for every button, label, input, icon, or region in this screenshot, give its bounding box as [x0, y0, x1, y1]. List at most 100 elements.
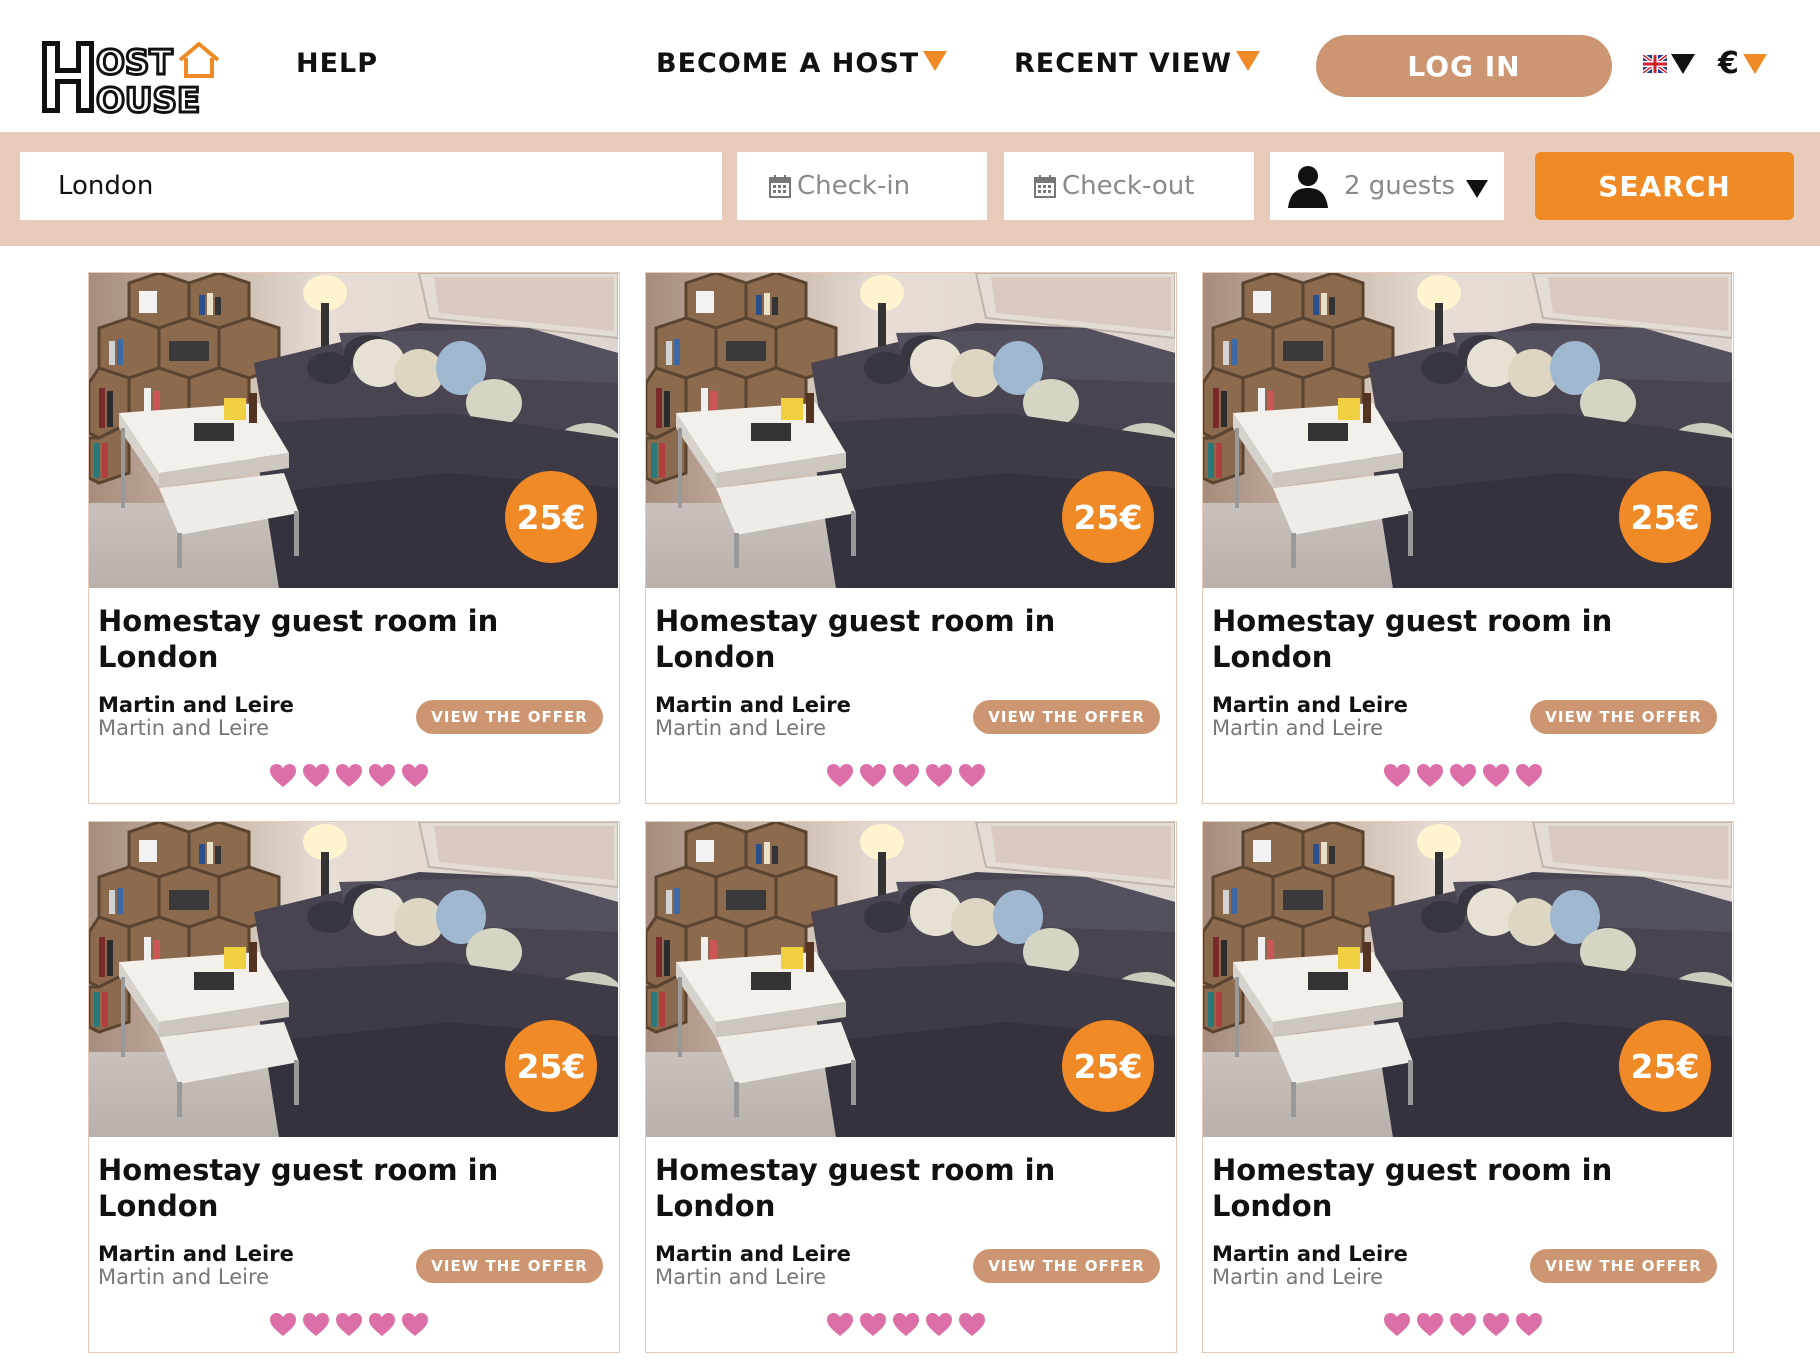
guests-value: 2 guests	[1344, 171, 1456, 201]
nav-recent-view-label: RECENT VIEW	[1014, 48, 1233, 79]
listing-card[interactable]: 25€ Homestay guest room in London Martin a…	[88, 272, 620, 804]
search-button[interactable]: SEARCH	[1535, 152, 1794, 220]
rating-hearts	[826, 1312, 986, 1337]
listing-card[interactable]: 25€ Homestay guest room in London Martin a…	[88, 821, 620, 1353]
price-badge: 25€	[505, 1020, 597, 1112]
view-offer-button[interactable]: VIEW THE OFFER	[973, 700, 1160, 734]
heart-rating-icon	[1483, 764, 1509, 787]
nav-become-host[interactable]: BECOME A HOST	[656, 48, 948, 79]
heart-rating-icon	[959, 764, 985, 787]
heart-rating-icon	[270, 764, 296, 787]
host-subtitle: Martin and Leire	[1212, 716, 1384, 740]
view-offer-button[interactable]: VIEW THE OFFER	[973, 1249, 1160, 1283]
listing-title[interactable]: Homestay guest room in London	[655, 1152, 1085, 1224]
listing-card[interactable]: 25€ Homestay guest room in London Martin a…	[1202, 821, 1734, 1353]
rating-hearts	[1383, 1312, 1543, 1337]
location-input[interactable]: London	[20, 152, 722, 220]
person-icon	[1288, 166, 1328, 208]
heart-rating-icon	[1417, 1313, 1443, 1336]
guests-select[interactable]: 2 guests	[1270, 152, 1504, 220]
currency-selector[interactable]: €	[1718, 46, 1767, 81]
view-offer-button[interactable]: VIEW THE OFFER	[1530, 700, 1717, 734]
checkout-placeholder: Check-out	[1062, 171, 1195, 201]
chevron-down-icon	[1742, 53, 1767, 74]
heart-rating-icon	[1516, 764, 1542, 787]
rating-hearts	[269, 763, 429, 788]
host-subtitle: Martin and Leire	[655, 716, 827, 740]
currency-symbol: €	[1718, 46, 1739, 81]
heart-rating-icon	[827, 764, 853, 787]
heart-rating-icon	[893, 764, 919, 787]
listing-title[interactable]: Homestay guest room in London	[655, 603, 1085, 675]
price-badge: 25€	[1062, 1020, 1154, 1112]
heart-rating-icon	[860, 1313, 886, 1336]
host-name: Martin and Leire	[1212, 693, 1408, 717]
heart-rating-icon	[926, 1313, 952, 1336]
chevron-down-icon	[923, 51, 948, 71]
heart-rating-icon	[1384, 764, 1410, 787]
checkout-field[interactable]: Check-out	[1004, 152, 1254, 220]
heart-rating-icon	[1483, 1313, 1509, 1336]
svg-text:OST: OST	[96, 43, 173, 83]
heart-rating-icon	[1516, 1313, 1542, 1336]
nav-help[interactable]: HELP	[296, 48, 378, 79]
uk-flag-icon	[1643, 55, 1667, 73]
host-house-logo[interactable]: OST OUSE	[40, 38, 220, 116]
listing-card[interactable]: 25€ Homestay guest room in London Martin a…	[1202, 272, 1734, 804]
listing-card[interactable]: 25€ Homestay guest room in London Martin a…	[645, 272, 1177, 804]
language-selector[interactable]	[1643, 54, 1695, 74]
rating-hearts	[1383, 763, 1543, 788]
heart-rating-icon	[303, 1313, 329, 1336]
host-name: Martin and Leire	[98, 1242, 294, 1266]
view-offer-button[interactable]: VIEW THE OFFER	[1530, 1249, 1717, 1283]
heart-rating-icon	[402, 764, 428, 787]
rating-hearts	[269, 1312, 429, 1337]
search-bar: London Check-in Check-out 2 guests SEARC…	[0, 132, 1820, 246]
heart-rating-icon	[959, 1313, 985, 1336]
heart-rating-icon	[1384, 1313, 1410, 1336]
listing-title[interactable]: Homestay guest room in London	[1212, 1152, 1642, 1224]
checkin-field[interactable]: Check-in	[737, 152, 987, 220]
host-name: Martin and Leire	[655, 1242, 851, 1266]
heart-rating-icon	[402, 1313, 428, 1336]
host-subtitle: Martin and Leire	[98, 716, 270, 740]
calendar-icon	[769, 175, 791, 198]
heart-rating-icon	[1450, 1313, 1476, 1336]
view-offer-button[interactable]: VIEW THE OFFER	[416, 700, 603, 734]
heart-rating-icon	[369, 1313, 395, 1336]
login-button[interactable]: LOG IN	[1316, 35, 1612, 97]
listing-title[interactable]: Homestay guest room in London	[98, 603, 528, 675]
host-name: Martin and Leire	[98, 693, 294, 717]
heart-rating-icon	[1450, 764, 1476, 787]
svg-text:OUSE: OUSE	[96, 81, 200, 116]
price-badge: 25€	[505, 471, 597, 563]
heart-rating-icon	[336, 1313, 362, 1336]
nav-recent-view[interactable]: RECENT VIEW	[1014, 48, 1261, 79]
chevron-down-icon	[1236, 51, 1261, 71]
heart-rating-icon	[303, 764, 329, 787]
heart-rating-icon	[270, 1313, 296, 1336]
heart-rating-icon	[827, 1313, 853, 1336]
checkin-placeholder: Check-in	[797, 171, 911, 201]
listing-card[interactable]: 25€ Homestay guest room in London Martin a…	[645, 821, 1177, 1353]
host-name: Martin and Leire	[1212, 1242, 1408, 1266]
heart-rating-icon	[893, 1313, 919, 1336]
calendar-icon	[1034, 175, 1056, 198]
heart-rating-icon	[926, 764, 952, 787]
listing-title[interactable]: Homestay guest room in London	[1212, 603, 1642, 675]
host-subtitle: Martin and Leire	[1212, 1265, 1384, 1289]
top-header: OST OUSE HELP BECOME A HOST RECENT VIEW …	[0, 0, 1820, 132]
heart-rating-icon	[1417, 764, 1443, 787]
chevron-down-icon	[1466, 180, 1488, 198]
host-subtitle: Martin and Leire	[655, 1265, 827, 1289]
view-offer-button[interactable]: VIEW THE OFFER	[416, 1249, 603, 1283]
nav-become-host-label: BECOME A HOST	[656, 48, 920, 79]
heart-rating-icon	[860, 764, 886, 787]
price-badge: 25€	[1619, 471, 1711, 563]
host-subtitle: Martin and Leire	[98, 1265, 270, 1289]
heart-rating-icon	[369, 764, 395, 787]
chevron-down-icon	[1671, 54, 1695, 74]
host-name: Martin and Leire	[655, 693, 851, 717]
heart-rating-icon	[336, 764, 362, 787]
listing-title[interactable]: Homestay guest room in London	[98, 1152, 528, 1224]
